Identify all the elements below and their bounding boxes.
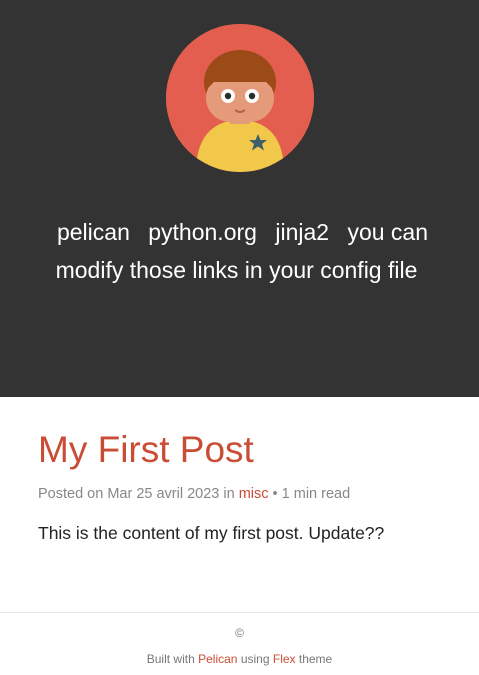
built-with-line: Built with Pelican using Flex theme [0, 652, 479, 666]
user-avatar-icon[interactable] [166, 24, 314, 172]
link-python-org[interactable]: python.org [148, 219, 257, 245]
built-with-prefix: Built with [146, 652, 195, 666]
category-link[interactable]: misc [239, 486, 269, 502]
read-time: • 1 min read [272, 486, 351, 502]
using-text: using [240, 652, 270, 666]
copyright-text: © [235, 626, 244, 640]
flex-link[interactable]: Flex [273, 652, 296, 666]
avatar-illustration [166, 24, 314, 172]
theme-text: theme [298, 652, 333, 666]
link-pelican[interactable]: pelican [57, 219, 130, 245]
sidebar-nav: pelican python.org jinja2 you can modify… [30, 213, 449, 289]
footer: © Built with Pelican using Flex theme [0, 612, 479, 675]
sidebar: pelican python.org jinja2 you can modify… [0, 0, 479, 397]
link-jinja2[interactable]: jinja2 [275, 219, 329, 245]
post-title[interactable]: My First Post [38, 422, 458, 478]
post-date: Posted on Mar 25 avril 2023 in [38, 486, 235, 502]
pelican-link[interactable]: Pelican [198, 652, 237, 666]
post-content: This is the content of my first post. Up… [38, 523, 385, 543]
post-title-link[interactable]: My First Post [38, 429, 254, 470]
post-meta: Posted on Mar 25 avril 2023 in misc • 1 … [38, 486, 458, 502]
main-content: My First Post Posted on Mar 25 avril 202… [38, 422, 458, 544]
